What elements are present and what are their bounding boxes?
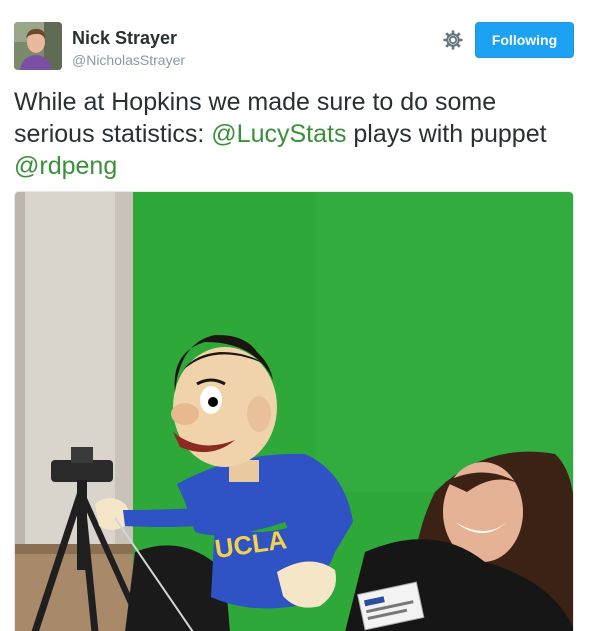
- mention-rdpeng[interactable]: @rdpeng: [14, 152, 117, 180]
- tweet-text-part-2: plays with puppet: [346, 120, 547, 148]
- author-handle[interactable]: @NicholasStrayer: [72, 51, 185, 69]
- settings-gear-icon[interactable]: [442, 29, 464, 51]
- author-name[interactable]: Nick Strayer: [72, 27, 177, 49]
- tweet-photo[interactable]: UCLA: [14, 191, 574, 631]
- mention-lucystats[interactable]: @LucyStats: [211, 120, 346, 148]
- tweet-card: Nick Strayer @NicholasStrayer Following …: [0, 0, 592, 631]
- avatar[interactable]: [14, 22, 62, 70]
- avatar-image: [14, 22, 62, 70]
- tweet-text: While at Hopkins we made sure to do some…: [14, 86, 580, 182]
- following-button[interactable]: Following: [475, 22, 574, 58]
- tweet-header: Nick Strayer @NicholasStrayer Following: [14, 20, 578, 72]
- photo-puppet-greenscreen: UCLA: [15, 192, 573, 631]
